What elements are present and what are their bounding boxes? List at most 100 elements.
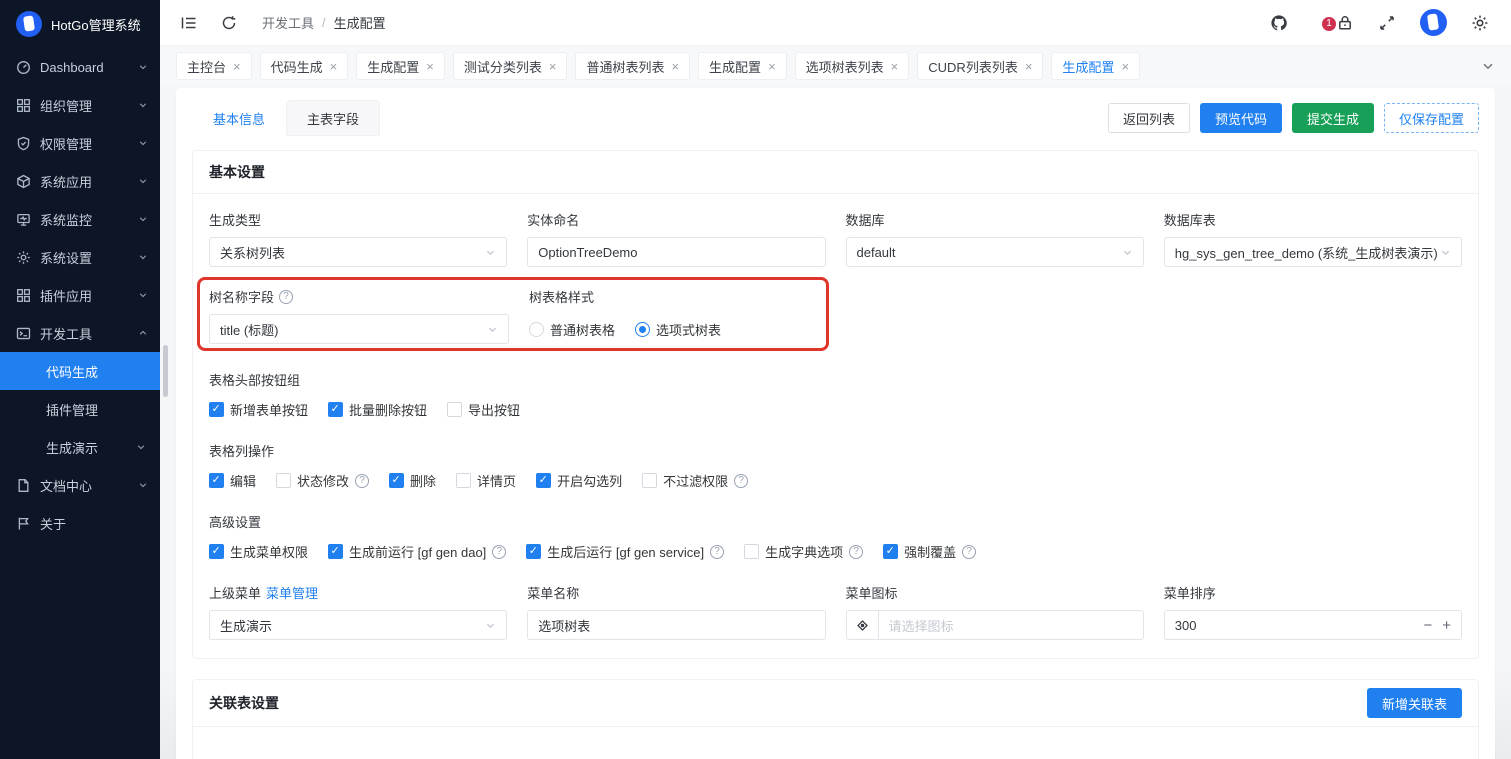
github-icon[interactable] <box>1270 14 1288 32</box>
chevron-down-icon <box>1122 247 1133 258</box>
refresh-icon[interactable] <box>220 14 238 32</box>
lock-icon[interactable] <box>1336 14 1354 32</box>
close-icon[interactable]: × <box>330 59 338 74</box>
close-icon[interactable]: × <box>768 59 776 74</box>
section-title: 基本设置 <box>209 162 265 182</box>
tab-genconfig-1[interactable]: 生成配置× <box>356 52 445 80</box>
sidebar-item-dashboard[interactable]: Dashboard <box>0 48 160 86</box>
sidebar-item-docs[interactable]: 文档中心 <box>0 466 160 504</box>
checkbox-edit[interactable]: 编辑 <box>209 471 256 490</box>
database-select[interactable]: default <box>846 237 1144 267</box>
user-avatar[interactable] <box>1420 9 1447 36</box>
collapse-menu-icon[interactable] <box>180 14 198 32</box>
menu-sort-stepper[interactable]: 300 − + <box>1164 610 1462 640</box>
menu-name-input[interactable]: 选项树表 <box>527 610 825 640</box>
gear-icon <box>16 250 31 265</box>
checkbox-icon <box>447 402 462 417</box>
tab-cudr-list[interactable]: CUDR列表列表× <box>917 52 1043 80</box>
icon-input[interactable]: 请选择图标 <box>879 611 1143 639</box>
sidebar-item-sysapp[interactable]: 系统应用 <box>0 162 160 200</box>
menu-manage-link[interactable]: 菜单管理 <box>266 583 318 602</box>
sidebar-item-plugin-manage[interactable]: 插件管理 <box>0 390 160 428</box>
checkbox-gen-menu-permission[interactable]: 生成菜单权限 <box>209 542 308 561</box>
close-icon[interactable]: × <box>233 59 241 74</box>
checkbox-batch-delete-button[interactable]: 批量删除按钮 <box>328 400 427 419</box>
sidebar-item-settings[interactable]: 系统设置 <box>0 238 160 276</box>
breadcrumb-section[interactable]: 开发工具 <box>262 13 314 32</box>
db-table-select[interactable]: hg_sys_gen_tree_demo (系统_生成树表演示) <box>1164 237 1462 267</box>
radio-icon <box>635 322 650 337</box>
close-icon[interactable]: × <box>426 59 434 74</box>
tab-codegen[interactable]: 代码生成× <box>260 52 349 80</box>
top-header: 开发工具 / 生成配置 1 <box>160 0 1511 46</box>
sidebar-item-permission[interactable]: 权限管理 <box>0 124 160 162</box>
sidebar-item-codegen[interactable]: 代码生成 <box>0 352 160 390</box>
checkbox-export-button[interactable]: 导出按钮 <box>447 400 520 419</box>
radio-normal-tree-table[interactable]: 普通树表格 <box>529 320 615 339</box>
checkbox-no-permission-filter[interactable]: 不过滤权限 ? <box>642 471 748 490</box>
tab-console[interactable]: 主控台× <box>176 52 252 80</box>
tree-settings-row: 树名称字段 ? title (标题) 树表格样式 <box>209 287 1462 344</box>
tree-name-field-select[interactable]: title (标题) <box>209 314 509 344</box>
tab-main-fields[interactable]: 主表字段 <box>286 100 380 136</box>
sidebar-item-about[interactable]: 关于 <box>0 504 160 542</box>
checkbox-force-overwrite[interactable]: 强制覆盖 ? <box>883 542 976 561</box>
checkbox-add-form-button[interactable]: 新增表单按钮 <box>209 400 308 419</box>
cube-icon <box>16 174 31 189</box>
fullscreen-icon[interactable] <box>1378 14 1396 32</box>
checkbox-gen-dict-options[interactable]: 生成字典选项 ? <box>744 542 863 561</box>
help-icon[interactable]: ? <box>710 545 724 559</box>
tab-normal-tree-list[interactable]: 普通树表列表× <box>575 52 690 80</box>
save-config-only-button[interactable]: 仅保存配置 <box>1384 103 1479 133</box>
sidebar-item-monitor[interactable]: 系统监控 <box>0 200 160 238</box>
checkbox-detail-page[interactable]: 详情页 <box>456 471 516 490</box>
chevron-down-icon <box>485 620 496 631</box>
gear-icon[interactable] <box>1471 14 1489 32</box>
scrollbar-thumb[interactable] <box>163 345 168 397</box>
close-icon[interactable]: × <box>891 59 899 74</box>
checkbox-run-before-gen[interactable]: 生成前运行 [gf gen dao] ? <box>328 542 506 561</box>
sidebar-item-gen-demo[interactable]: 生成演示 <box>0 428 160 466</box>
checkbox-icon <box>526 544 541 559</box>
tab-genconfig-active[interactable]: 生成配置× <box>1051 52 1140 80</box>
checkbox-icon <box>328 544 343 559</box>
sidebar-item-org[interactable]: 组织管理 <box>0 86 160 124</box>
close-icon[interactable]: × <box>1025 59 1033 74</box>
tab-basic-info[interactable]: 基本信息 <box>192 100 286 136</box>
back-to-list-button[interactable]: 返回列表 <box>1108 103 1190 133</box>
close-icon[interactable]: × <box>1121 59 1129 74</box>
chevron-down-icon[interactable] <box>1481 59 1495 73</box>
close-icon[interactable]: × <box>549 59 557 74</box>
sidebar-item-plugins[interactable]: 插件应用 <box>0 276 160 314</box>
entity-name-input[interactable]: OptionTreeDemo <box>527 237 825 267</box>
radio-option-tree-table[interactable]: 选项式树表 <box>635 320 721 339</box>
preview-code-button[interactable]: 预览代码 <box>1200 103 1282 133</box>
monitor-icon <box>16 212 31 227</box>
minus-button[interactable]: − <box>1423 617 1432 634</box>
help-icon[interactable]: ? <box>492 545 506 559</box>
tab-option-tree-list[interactable]: 选项树表列表× <box>795 52 910 80</box>
gen-type-select[interactable]: 关系树列表 <box>209 237 507 267</box>
close-icon[interactable]: × <box>671 59 679 74</box>
help-icon[interactable]: ? <box>734 474 748 488</box>
plus-button[interactable]: + <box>1442 617 1451 634</box>
icon-picker-button[interactable] <box>847 611 879 639</box>
parent-menu-select[interactable]: 生成演示 <box>209 610 507 640</box>
checkbox-icon <box>456 473 471 488</box>
add-relation-table-button[interactable]: 新增关联表 <box>1367 688 1462 718</box>
checkbox-enable-selection[interactable]: 开启勾选列 <box>536 471 622 490</box>
checkbox-delete[interactable]: 删除 <box>389 471 436 490</box>
submit-generate-button[interactable]: 提交生成 <box>1292 103 1374 133</box>
checkbox-status-modify[interactable]: 状态修改 ? <box>276 471 369 490</box>
tab-genconfig-2[interactable]: 生成配置× <box>698 52 787 80</box>
help-icon[interactable]: ? <box>849 545 863 559</box>
sidebar-item-devtools[interactable]: 开发工具 <box>0 314 160 352</box>
tab-test-category-list[interactable]: 测试分类列表× <box>453 52 568 80</box>
breadcrumb-page: 生成配置 <box>334 13 386 32</box>
help-icon[interactable]: ? <box>962 545 976 559</box>
help-icon[interactable]: ? <box>279 290 293 304</box>
checkbox-run-after-gen[interactable]: 生成后运行 [gf gen service] ? <box>526 542 724 561</box>
hotgo-logo-icon <box>16 11 42 37</box>
help-icon[interactable]: ? <box>355 474 369 488</box>
app-logo[interactable]: HotGo管理系统 <box>0 0 160 48</box>
